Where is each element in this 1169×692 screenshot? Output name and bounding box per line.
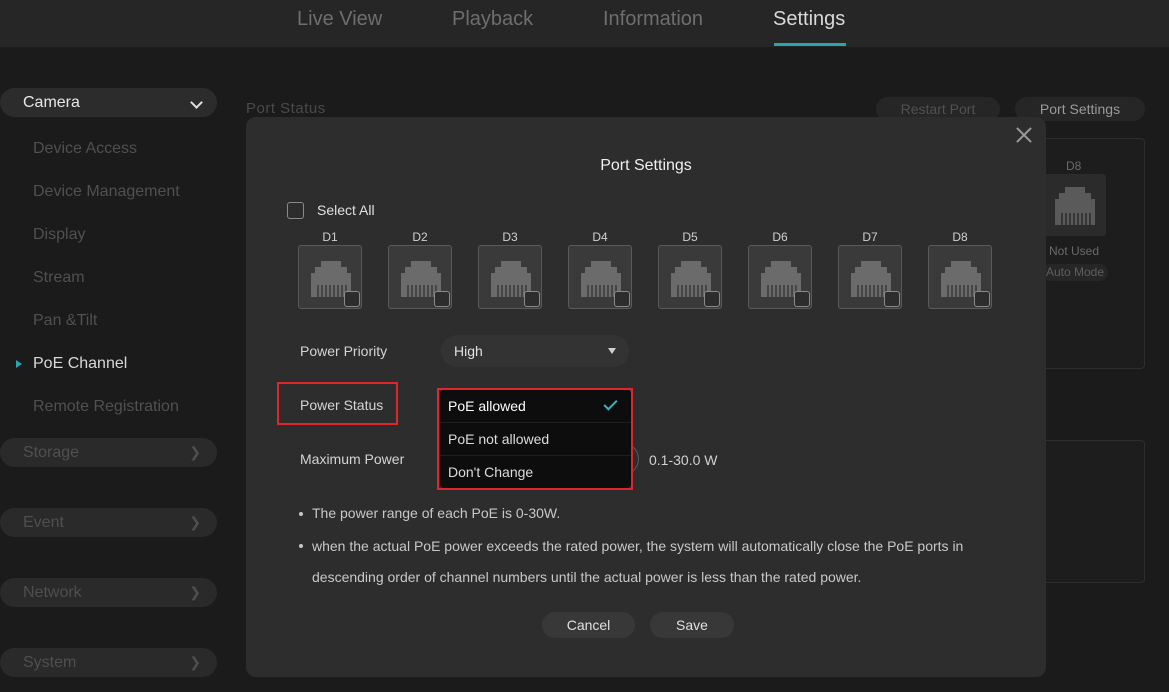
sidebar-item-pan-tilt[interactable]: Pan &Tilt [33, 312, 97, 330]
close-icon[interactable] [1014, 125, 1034, 145]
note-power-range: The power range of each PoE is 0-30W. [312, 505, 561, 521]
sidebar-group-network[interactable]: Network ❯ [0, 578, 217, 607]
option-label: PoE allowed [448, 398, 526, 414]
sidebar-item-display[interactable]: Display [33, 226, 85, 244]
port-checkbox[interactable] [344, 291, 360, 307]
maximum-power-range: 0.1-30.0 W [649, 452, 718, 468]
maximum-power-label: Maximum Power [300, 451, 405, 467]
sidebar-group-label: Network [23, 584, 82, 601]
port-mode-badge: Auto Mode [1042, 264, 1108, 281]
port-label-d1: D1 [322, 230, 338, 244]
port-tile-d8[interactable] [928, 245, 992, 309]
chevron-down-icon [190, 96, 203, 109]
port-tile-d4[interactable] [568, 245, 632, 309]
option-dont-change[interactable]: Don't Change [440, 456, 631, 489]
save-button[interactable]: Save [650, 612, 734, 638]
port-label-d5: D5 [682, 230, 698, 244]
sidebar-group-label: Event [23, 514, 64, 531]
ethernet-port-icon [1055, 187, 1095, 225]
bullet [299, 544, 303, 548]
sidebar-item-remote-registration[interactable]: Remote Registration [33, 398, 179, 416]
port-status-text: Not Used [1049, 244, 1100, 258]
port-label-d8: D8 [952, 230, 968, 244]
port-tile-d7[interactable] [838, 245, 902, 309]
top-navigation: Live View Playback Information Settings [0, 0, 1169, 47]
tab-settings[interactable]: Settings [773, 8, 845, 31]
tab-live-view[interactable]: Live View [297, 8, 382, 31]
chevron-right-icon: ❯ [189, 514, 201, 530]
sidebar-group-label: System [23, 654, 77, 671]
chevron-right-icon: ❯ [189, 444, 201, 460]
port-label: D8 [1066, 159, 1082, 173]
sidebar-group-label: Camera [23, 94, 80, 111]
sidebar-group-label: Storage [23, 444, 80, 461]
active-item-marker-icon [16, 360, 22, 368]
chevron-right-icon: ❯ [189, 584, 201, 600]
check-icon [603, 396, 618, 411]
option-poe-not-allowed[interactable]: PoE not allowed [440, 423, 631, 456]
sidebar-item-device-management[interactable]: Device Management [33, 183, 180, 201]
active-tab-underline [774, 43, 846, 46]
port-checkbox[interactable] [884, 291, 900, 307]
port-label-d2: D2 [412, 230, 428, 244]
cancel-button[interactable]: Cancel [542, 612, 635, 638]
power-priority-select[interactable]: High [441, 335, 629, 367]
dropdown-arrow-icon [608, 348, 616, 354]
port-d8-tile [1044, 174, 1106, 236]
port-label-d6: D6 [772, 230, 788, 244]
tab-information[interactable]: Information [603, 8, 703, 31]
dialog-title: Port Settings [600, 157, 692, 174]
option-label: Don't Change [448, 464, 534, 480]
power-priority-label: Power Priority [300, 343, 388, 359]
tab-playback[interactable]: Playback [452, 8, 533, 31]
port-tile-d3[interactable] [478, 245, 542, 309]
sidebar: Camera Device Access Device Management D… [0, 47, 230, 692]
sidebar-group-system[interactable]: System ❯ [0, 648, 217, 677]
note-overload-line-2: descending order of channel numbers unti… [312, 569, 862, 585]
port-tile-d1[interactable] [298, 245, 362, 309]
power-priority-value: High [454, 343, 483, 359]
port-label-d4: D4 [592, 230, 608, 244]
port-checkbox[interactable] [704, 291, 720, 307]
power-status-dropdown: PoE allowed PoE not allowed Don't Change [440, 390, 631, 488]
bullet [299, 512, 303, 516]
sidebar-item-stream[interactable]: Stream [33, 269, 85, 287]
port-checkbox[interactable] [794, 291, 810, 307]
port-checkbox[interactable] [974, 291, 990, 307]
port-settings-dialog: Port Settings Select All D1 D2 D3 D4 D5 D6 D7 D… [246, 117, 1046, 677]
port-checkbox[interactable] [434, 291, 450, 307]
select-all-checkbox[interactable] [287, 202, 304, 219]
port-tile-d6[interactable] [748, 245, 812, 309]
option-label: PoE not allowed [448, 431, 550, 447]
port-tile-d2[interactable] [388, 245, 452, 309]
port-tile-d5[interactable] [658, 245, 722, 309]
sidebar-group-storage[interactable]: Storage ❯ [0, 438, 217, 467]
sidebar-group-event[interactable]: Event ❯ [0, 508, 217, 537]
power-status-label: Power Status [300, 397, 384, 413]
option-poe-allowed[interactable]: PoE allowed [440, 390, 631, 423]
chevron-right-icon: ❯ [189, 654, 201, 670]
note-overload-line-1: when the actual PoE power exceeds the ra… [312, 538, 964, 554]
port-checkbox[interactable] [524, 291, 540, 307]
port-checkbox[interactable] [614, 291, 630, 307]
port-label-d7: D7 [862, 230, 878, 244]
section-title: Port Status [246, 100, 326, 117]
sidebar-group-camera[interactable]: Camera [0, 88, 217, 117]
sidebar-item-poe-channel[interactable]: PoE Channel [33, 355, 127, 373]
select-all-label: Select All [317, 202, 375, 218]
sidebar-item-device-access[interactable]: Device Access [33, 140, 137, 158]
port-label-d3: D3 [502, 230, 518, 244]
